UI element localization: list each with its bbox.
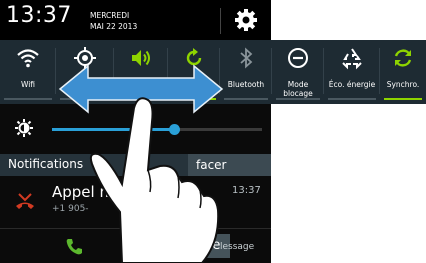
tile-sync[interactable]: Synchro. [380,40,426,104]
call-time: 13:37 [232,185,261,196]
call-back-icon[interactable] [64,237,84,257]
message-action[interactable]: lessage [220,242,254,252]
tile-wifi[interactable]: Wifi [0,40,56,104]
date-label: MAI 22 2013 [90,22,138,31]
tile-bluetooth[interactable]: Bluetooth [220,40,272,104]
status-divider [220,8,221,34]
notifications-title: Notifications [8,157,84,171]
tile-wifi-indicator [4,98,52,100]
tile-block-mode-label: Mode blocage [283,80,313,98]
tile-sync-label: Synchro. [386,80,420,89]
wifi-icon [17,49,39,68]
clock: 13:37 [6,3,72,28]
tile-wifi-label: Wifi [20,80,36,89]
tile-block-mode-indicator [276,98,320,100]
day-label: MERCREDI [90,11,130,20]
status-bar: 13:37 MERCREDI MAI 22 2013 [0,0,271,40]
missed-call-icon [16,193,34,209]
swipe-hand-icon [89,97,220,263]
settings-gear-icon[interactable] [232,6,260,34]
bluetooth-icon [240,47,253,69]
tile-eco-indicator [328,98,376,100]
tile-eco-label: Éco. énergie [328,80,376,89]
tile-bluetooth-indicator [224,98,268,100]
tile-sync-indicator [384,98,422,100]
tile-bluetooth-label: Bluetooth [227,80,265,89]
block-mode-icon [288,48,308,68]
sync-icon [394,49,412,67]
recycle-icon [342,48,362,70]
tile-eco[interactable]: Éco. énergie [324,40,380,104]
tile-block-mode[interactable]: Mode blocage [272,40,324,104]
brightness-icon [15,119,33,137]
